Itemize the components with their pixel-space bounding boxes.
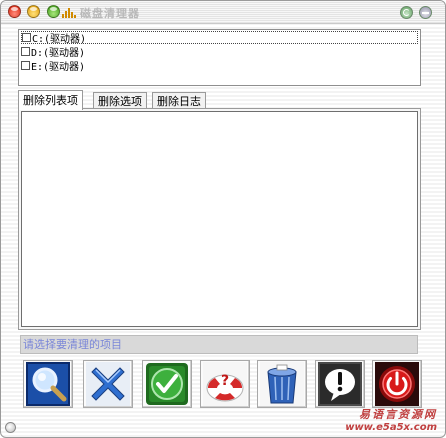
watermark-url: www.e5a5x.com: [345, 422, 437, 433]
scan-button[interactable]: [23, 360, 73, 408]
tab-panel: [18, 108, 421, 330]
power-off-button[interactable]: [372, 360, 422, 408]
recycle-bin-icon: [260, 362, 304, 406]
delete-x-icon: [86, 362, 130, 406]
power-icon: [375, 362, 419, 406]
title-bar[interactable]: 磁盘清理器: [1, 1, 445, 24]
window-title: 磁盘清理器: [80, 7, 140, 20]
watermark-site-name: 易语言资源网: [359, 408, 437, 421]
delete-items-list[interactable]: [21, 111, 418, 327]
empty-recycle-bin-button[interactable]: [257, 360, 307, 408]
drive-e-label: E:(驱动器): [31, 62, 86, 73]
minimize-icon[interactable]: [27, 5, 40, 18]
watermark: 易语言资源网 www.e5a5x.com: [345, 406, 437, 433]
status-bar: 请选择要清理的项目: [20, 335, 418, 354]
app-logo-icon: [62, 7, 76, 18]
app-window: 磁盘清理器 C:(驱动器) D:(驱动器) E:(驱动器) 删除列表项 删除选项…: [0, 0, 446, 438]
svg-text:?: ?: [221, 373, 229, 389]
checkmark-icon: [146, 363, 188, 405]
magnifier-icon: [26, 362, 70, 406]
drive-item-c[interactable]: C:(驱动器): [21, 31, 418, 45]
drive-d-checkbox[interactable]: [21, 47, 30, 56]
drive-item-d[interactable]: D:(驱动器): [21, 45, 86, 59]
drive-list[interactable]: C:(驱动器) D:(驱动器) E:(驱动器): [18, 29, 421, 86]
zoom-icon[interactable]: [47, 5, 60, 18]
collapse-icon[interactable]: [419, 6, 432, 19]
drive-item-e[interactable]: E:(驱动器): [21, 59, 86, 73]
drive-c-checkbox[interactable]: [22, 33, 31, 42]
lifebuoy-help-icon: ?: [203, 362, 247, 406]
refresh-icon[interactable]: [400, 6, 413, 19]
info-button[interactable]: [315, 360, 365, 408]
delete-button[interactable]: [83, 360, 133, 408]
help-button[interactable]: ?: [200, 360, 250, 408]
close-icon[interactable]: [8, 5, 21, 18]
drive-e-checkbox[interactable]: [21, 61, 30, 70]
confirm-button[interactable]: [142, 360, 192, 408]
info-exclamation-icon: [318, 362, 362, 406]
drive-c-label: C:(驱动器): [32, 34, 87, 45]
tab-delete-list[interactable]: 删除列表项: [18, 90, 83, 110]
resize-grip-icon[interactable]: [5, 422, 16, 433]
drive-d-label: D:(驱动器): [31, 48, 86, 59]
